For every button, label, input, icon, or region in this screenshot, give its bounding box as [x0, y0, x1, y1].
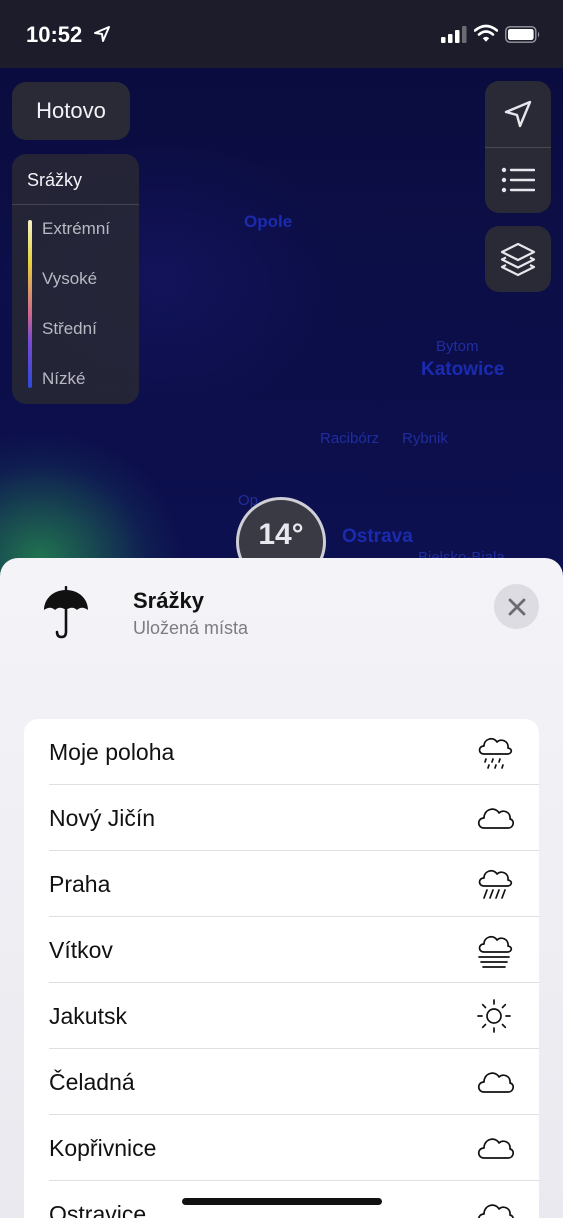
location-row[interactable]: Čeladná [24, 1049, 539, 1115]
cloud-fog-icon [478, 935, 513, 968]
location-name: Jakutsk [49, 1003, 127, 1029]
map-label-opole: Opole [244, 212, 293, 231]
legend-color-scale [28, 220, 32, 388]
umbrella-icon [44, 586, 88, 639]
bottom-sheet: Srážky Uložená místa Moje poloha Nový Ji… [0, 558, 563, 1218]
current-location-button[interactable] [485, 81, 551, 147]
location-name: Ostravice [49, 1201, 147, 1218]
legend-item-extreme: Extrémní [42, 219, 111, 238]
location-row[interactable]: Jakutsk [24, 983, 539, 1049]
map-label-bytom: Bytom [436, 338, 479, 355]
close-button[interactable] [494, 584, 539, 629]
location-arrow-icon [94, 26, 110, 42]
location-row[interactable]: Kopřivnice [24, 1115, 539, 1181]
list-icon [501, 167, 535, 193]
status-bar: 10:52 [0, 0, 563, 68]
location-row[interactable]: Moje poloha [24, 719, 539, 785]
saved-locations-list: Moje poloha Nový Jičín Praha Vítkov Jaku… [24, 719, 539, 1218]
location-row[interactable]: Praha [24, 851, 539, 917]
location-name: Moje poloha [49, 739, 175, 765]
close-icon [508, 598, 525, 615]
status-time: 10:52 [26, 22, 83, 47]
cloud-icon [477, 808, 514, 829]
map-label-rybnik: Rybnik [402, 430, 448, 447]
legend-item-low: Nízké [42, 369, 86, 388]
location-name: Praha [49, 871, 111, 897]
cloud-icon [477, 1072, 514, 1093]
location-name: Kopřivnice [49, 1135, 157, 1161]
cellular-signal-icon [441, 26, 467, 43]
cloud-icon [477, 1138, 514, 1159]
legend-title: Srážky [27, 170, 83, 190]
cloud-icon [478, 1204, 514, 1218]
cloud-rain-icon [478, 869, 513, 899]
home-indicator[interactable] [182, 1198, 382, 1205]
legend-item-medium: Střední [42, 319, 97, 338]
locations-list-button[interactable] [485, 147, 551, 213]
layers-icon [500, 242, 536, 277]
sheet-subtitle: Uložená místa [133, 618, 249, 638]
wifi-icon [474, 24, 498, 42]
map-label-katowice: Katowice [421, 359, 505, 380]
location-name: Nový Jičín [49, 805, 156, 831]
location-row[interactable]: Nový Jičín [24, 785, 539, 851]
done-button[interactable]: Hotovo [12, 82, 130, 140]
location-arrow-icon [504, 100, 532, 128]
map-label-raciborz: Racibórz [320, 430, 380, 447]
map-controls [485, 81, 551, 213]
sheet-title: Srážky [133, 588, 204, 613]
precipitation-legend: Srážky Extrémní Vysoké Střední Nízké [12, 154, 139, 404]
legend-item-high: Vysoké [42, 269, 98, 288]
legend-divider [12, 204, 139, 205]
sun-icon [477, 999, 511, 1033]
map-label-ostrava: Ostrava [342, 526, 413, 547]
battery-icon [505, 26, 540, 43]
location-name: Čeladná [49, 1069, 135, 1095]
map-layers-button[interactable] [485, 226, 551, 292]
temperature-value: 14° [258, 518, 304, 551]
cloud-drizzle-icon [478, 737, 513, 769]
location-row[interactable]: Vítkov [24, 917, 539, 983]
location-name: Vítkov [49, 937, 113, 963]
